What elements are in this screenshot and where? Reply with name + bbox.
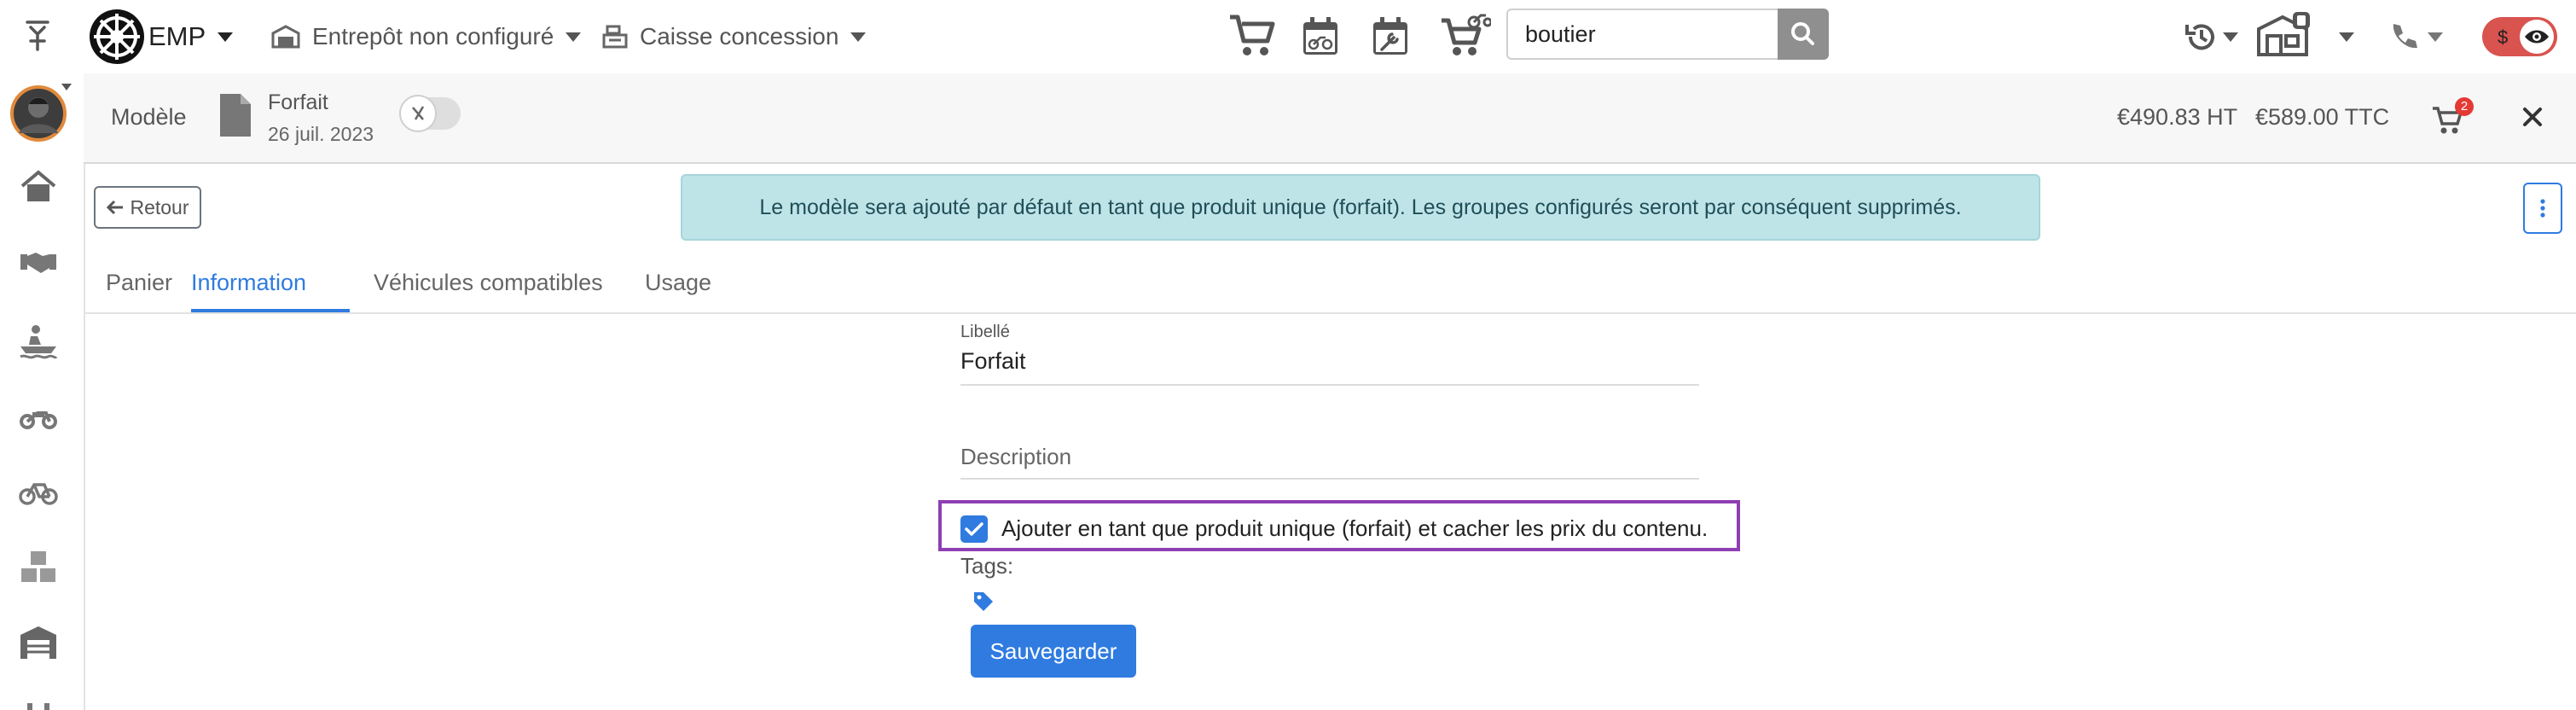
chevron-down-icon bbox=[218, 32, 234, 42]
lock-toggle[interactable] bbox=[397, 94, 462, 133]
tags-label: Tags: bbox=[960, 553, 1014, 579]
close-icon bbox=[2523, 108, 2542, 126]
avatar[interactable] bbox=[10, 85, 67, 142]
close-button[interactable] bbox=[2520, 104, 2545, 130]
warehouse-selector[interactable]: Entrepôt non configuré bbox=[271, 17, 582, 56]
tab-bar: Panier Information Véhicules compatibles… bbox=[84, 256, 2576, 314]
chevron-down-icon bbox=[850, 32, 867, 42]
info-alert: Le modèle sera ajouté par défaut en tant… bbox=[681, 174, 2040, 241]
back-label: Retour bbox=[130, 195, 189, 218]
logo-icon[interactable] bbox=[89, 9, 145, 65]
bicycle-icon[interactable] bbox=[19, 473, 58, 512]
forfait-checkbox[interactable] bbox=[960, 515, 988, 543]
sidebar bbox=[0, 73, 85, 710]
handshake-icon[interactable] bbox=[19, 244, 58, 283]
brand-label: EMP bbox=[148, 21, 206, 51]
price-ttc: €589.00 TTC bbox=[2255, 104, 2390, 130]
phone-menu[interactable] bbox=[2388, 19, 2443, 55]
cart-icon[interactable] bbox=[1228, 14, 1276, 58]
cart-button[interactable]: 2 bbox=[2431, 97, 2474, 137]
kebab-icon bbox=[2540, 199, 2545, 218]
top-bar: EMP Entrepôt non configuré Caisse conces… bbox=[0, 0, 2576, 75]
document-icon bbox=[218, 92, 252, 138]
eye-toggle[interactable]: $ bbox=[2482, 17, 2557, 56]
save-button[interactable]: Sauvegarder bbox=[971, 625, 1136, 678]
tab-usage[interactable]: Usage bbox=[645, 256, 711, 309]
history-menu[interactable] bbox=[2184, 19, 2238, 55]
chevron-down-icon bbox=[2223, 32, 2238, 42]
libelle-underline bbox=[960, 384, 1699, 386]
information-form: Libellé Forfait Description bbox=[960, 319, 1703, 678]
tab-information[interactable]: Information bbox=[191, 256, 306, 309]
moto-cart-icon[interactable] bbox=[1440, 12, 1493, 58]
home-icon[interactable] bbox=[19, 167, 58, 207]
search-button[interactable] bbox=[1778, 9, 1829, 60]
phone-icon bbox=[2393, 24, 2417, 49]
svg-text:$: $ bbox=[2498, 26, 2508, 48]
tab-vehicules-compatibles[interactable]: Véhicules compatibles bbox=[374, 256, 603, 309]
chevron-down-icon[interactable] bbox=[2339, 32, 2354, 42]
price-ht: €490.83 HT bbox=[2117, 104, 2238, 130]
search-input[interactable] bbox=[1506, 9, 1778, 60]
chevron-down-icon bbox=[566, 32, 582, 42]
active-tab-indicator bbox=[191, 309, 350, 312]
libelle-input[interactable]: Forfait bbox=[960, 348, 1026, 375]
search-box bbox=[1506, 9, 1829, 63]
avatar-caret-icon[interactable] bbox=[61, 84, 72, 90]
document-date: 26 juil. 2023 bbox=[268, 123, 374, 145]
description-input[interactable]: Description bbox=[960, 444, 1071, 470]
chevron-down-icon bbox=[2428, 32, 2443, 42]
motorbike-icon[interactable] bbox=[19, 396, 58, 435]
register-label: Caisse concession bbox=[640, 23, 839, 49]
info-alert-text: Le modèle sera ajouté par défaut en tant… bbox=[759, 195, 1962, 219]
tab-panier[interactable]: Panier bbox=[106, 256, 172, 309]
register-selector[interactable]: Caisse concession bbox=[602, 17, 867, 56]
more-icon[interactable] bbox=[19, 696, 58, 710]
back-button[interactable]: Retour bbox=[94, 186, 201, 229]
model-label: Modèle bbox=[111, 104, 187, 130]
search-icon bbox=[1791, 22, 1814, 45]
moto-calendar-icon[interactable] bbox=[1302, 15, 1339, 56]
repair-calendar-icon[interactable] bbox=[1372, 15, 1409, 56]
boxes-icon[interactable] bbox=[19, 548, 58, 587]
garage-icon[interactable] bbox=[19, 623, 58, 662]
tag-icon[interactable] bbox=[972, 591, 995, 613]
warehouse-icon bbox=[271, 25, 300, 49]
history-icon bbox=[2185, 24, 2214, 50]
shop-icon[interactable] bbox=[2255, 12, 2312, 58]
checkmark-icon bbox=[965, 522, 983, 536]
document-title: Forfait bbox=[268, 90, 328, 114]
boat-icon[interactable] bbox=[19, 321, 58, 360]
cash-register-icon bbox=[602, 25, 628, 49]
brand-menu[interactable]: EMP bbox=[148, 17, 234, 56]
forfait-checkbox-label[interactable]: Ajouter en tant que produit unique (forf… bbox=[1001, 515, 1708, 542]
description-underline bbox=[960, 478, 1699, 480]
arrow-left-icon bbox=[107, 200, 124, 215]
save-label: Sauvegarder bbox=[989, 637, 1117, 664]
warehouse-label: Entrepôt non configuré bbox=[312, 23, 554, 49]
kebab-button[interactable] bbox=[2523, 183, 2562, 234]
cart-count-badge: 2 bbox=[2455, 97, 2474, 116]
pin-icon[interactable] bbox=[24, 19, 51, 53]
document-header: Modèle Forfait 26 juil. 2023 €490.83 HT … bbox=[84, 73, 2576, 164]
libelle-label: Libellé bbox=[960, 323, 1010, 341]
